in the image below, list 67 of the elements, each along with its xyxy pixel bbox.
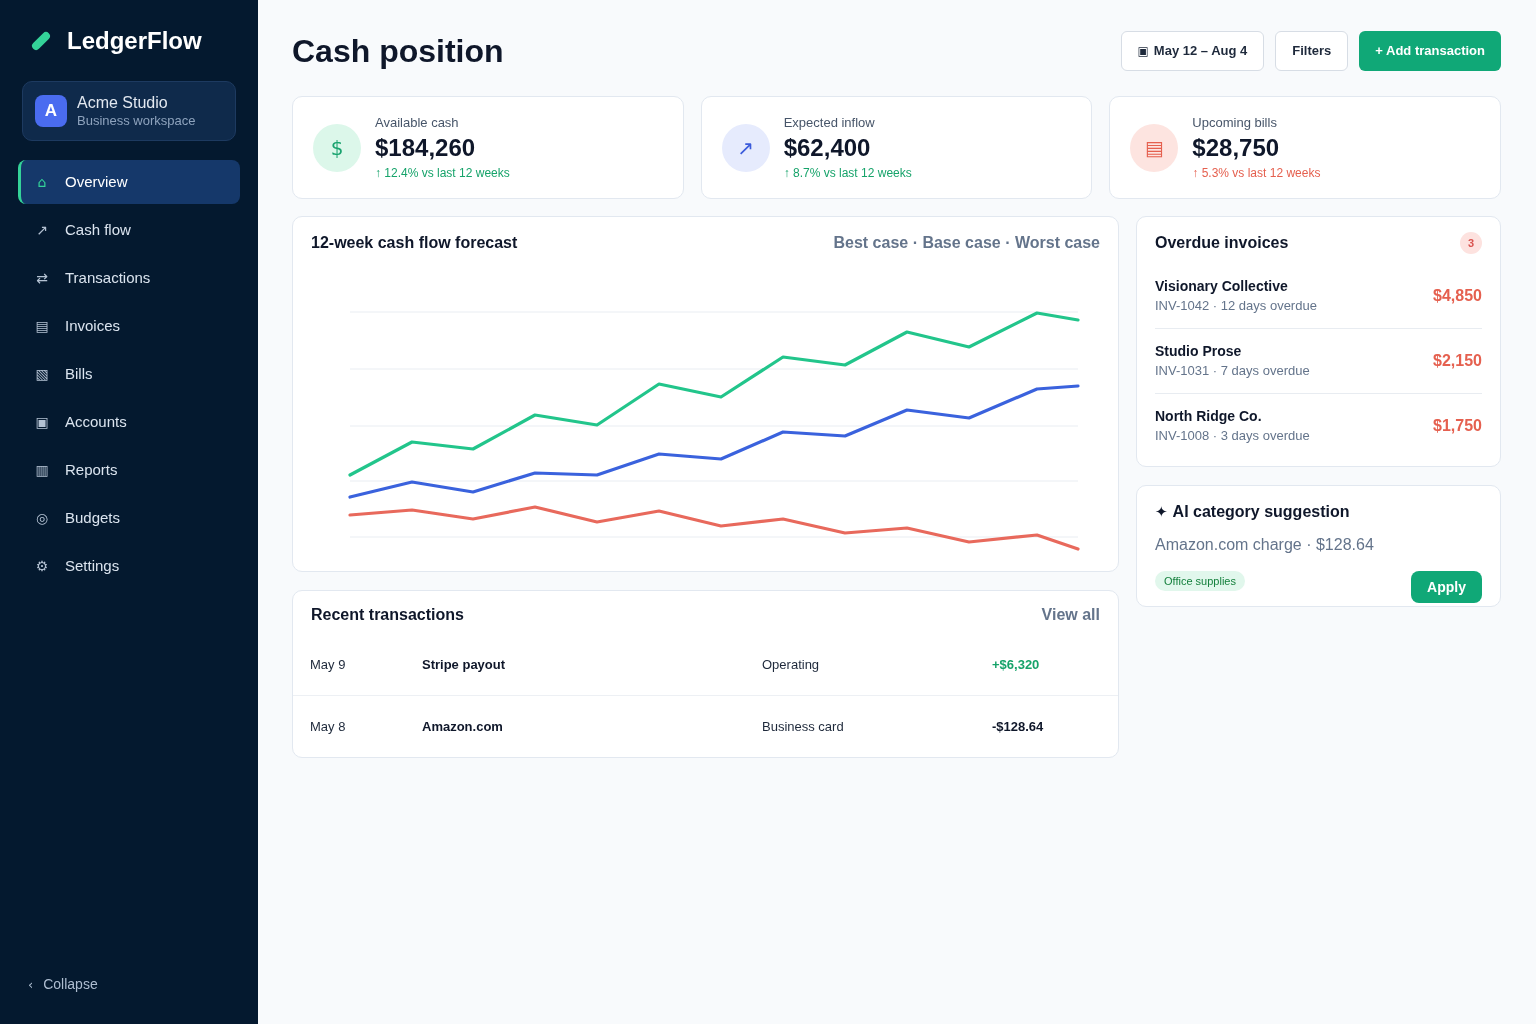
count-badge: 3 [1460, 232, 1482, 254]
kpi-value: $62,400 [783, 133, 872, 162]
sparkle-icon: ✦ [1155, 504, 1168, 520]
table-cell-text: May 8 [310, 717, 347, 736]
overdue-title: Overdue invoices [1155, 233, 1289, 253]
invoice-client: Studio Prose [1155, 342, 1243, 361]
hatched-square-icon: ▧ [35, 367, 49, 381]
page-title: Cash position [292, 32, 504, 71]
invoice-meta: INV-1031 · 7 days overdue [1155, 362, 1310, 380]
workspace-subtitle: Business workspace [77, 113, 196, 129]
framed-square-icon: ▣ [35, 415, 49, 429]
table-cell-text: May 9 [310, 656, 347, 675]
sidebar-item[interactable]: ◎ Budgets [18, 496, 240, 540]
kpi-label: Available cash [375, 114, 460, 131]
table-cell-text: Business card [762, 717, 845, 736]
chevron-left-icon: ‹ [28, 977, 34, 991]
kpi-trend: ↑ 5.3% vs last 12 weeks [1192, 164, 1321, 181]
target-icon: ◎ [35, 511, 49, 525]
kpi-label: Upcoming bills [1192, 114, 1278, 131]
sidebar-item[interactable]: ⇄ Transactions [18, 256, 240, 300]
sidebar-item[interactable]: ⚙ Settings [18, 544, 240, 588]
kpi-value: $28,750 [1192, 133, 1281, 162]
sidebar-item[interactable]: ▥ Reports [18, 448, 240, 492]
transactions-title: Recent transactions [311, 605, 464, 625]
table-cell-text: Operating [762, 656, 821, 675]
collapse-button[interactable]: ‹ Collapse [28, 974, 98, 994]
ai-suggestion-title: AI category suggestion [1172, 502, 1350, 522]
invoice-meta: INV-1008 · 3 days overdue [1155, 427, 1310, 445]
date-range-button[interactable]: ▣ May 12 – Aug 4 [1120, 31, 1265, 71]
sidebar-item[interactable]: ↗ Cash flow [18, 208, 240, 252]
lined-square-icon: ▤ [1130, 123, 1179, 172]
gear-icon: ⚙ [35, 559, 49, 573]
app-name: LedgerFlow [67, 26, 202, 56]
category-tag: Office supplies [1155, 571, 1245, 591]
sidebar-item[interactable]: ▤ Invoices [18, 304, 240, 348]
chart-legend: Best case · Base case · Worst case [833, 233, 1100, 253]
invoice-amount: $4,850 [1433, 286, 1482, 306]
arrow-icon: ↗ [36, 223, 48, 237]
striped-square-icon: ▥ [35, 463, 49, 477]
kpi-label: Expected inflow [783, 114, 876, 131]
sidebar-item[interactable]: ▣ Accounts [18, 400, 240, 444]
house-icon: ⌂ [37, 175, 47, 189]
invoice-client: North Ridge Co. [1155, 407, 1263, 426]
kpi-trend: ↑ 8.7% vs last 12 weeks [783, 164, 912, 181]
swap-arrows-icon: ⇄ [36, 271, 48, 285]
filters-button[interactable]: Filters [1275, 31, 1349, 71]
suggestion-text: Amazon.com charge · $128.64 [1155, 535, 1375, 555]
invoice-amount: $2,150 [1433, 351, 1482, 371]
workspace-name: Acme Studio [77, 93, 169, 113]
lined-square-icon: ▤ [35, 319, 49, 333]
workspace-card[interactable]: A Acme Studio Business workspace [22, 81, 236, 141]
sidebar-item[interactable]: ⌂ Overview [18, 160, 240, 204]
chart-title: 12-week cash flow forecast [311, 233, 518, 253]
invoice-client: Visionary Collective [1155, 277, 1289, 296]
workspace-avatar: A [35, 95, 67, 127]
square-icon: ▣ [1137, 45, 1149, 57]
table-cell-text: Amazon.com [422, 717, 504, 736]
sidebar-item[interactable]: ▧ Bills [18, 352, 240, 396]
invoice-amount: $1,750 [1433, 416, 1482, 436]
view-all-link[interactable]: View all [1041, 604, 1100, 626]
dollar-icon: $ [313, 123, 361, 172]
invoice-meta: INV-1042 · 12 days overdue [1155, 297, 1317, 315]
table-cell-text: -$128.64 [992, 717, 1044, 736]
kpi-value: $184,260 [375, 133, 477, 162]
kpi-trend: ↑ 12.4% vs last 12 weeks [375, 164, 510, 181]
table-cell-text: Stripe payout [422, 656, 507, 675]
table-cell-text: +$6,320 [992, 656, 1040, 675]
